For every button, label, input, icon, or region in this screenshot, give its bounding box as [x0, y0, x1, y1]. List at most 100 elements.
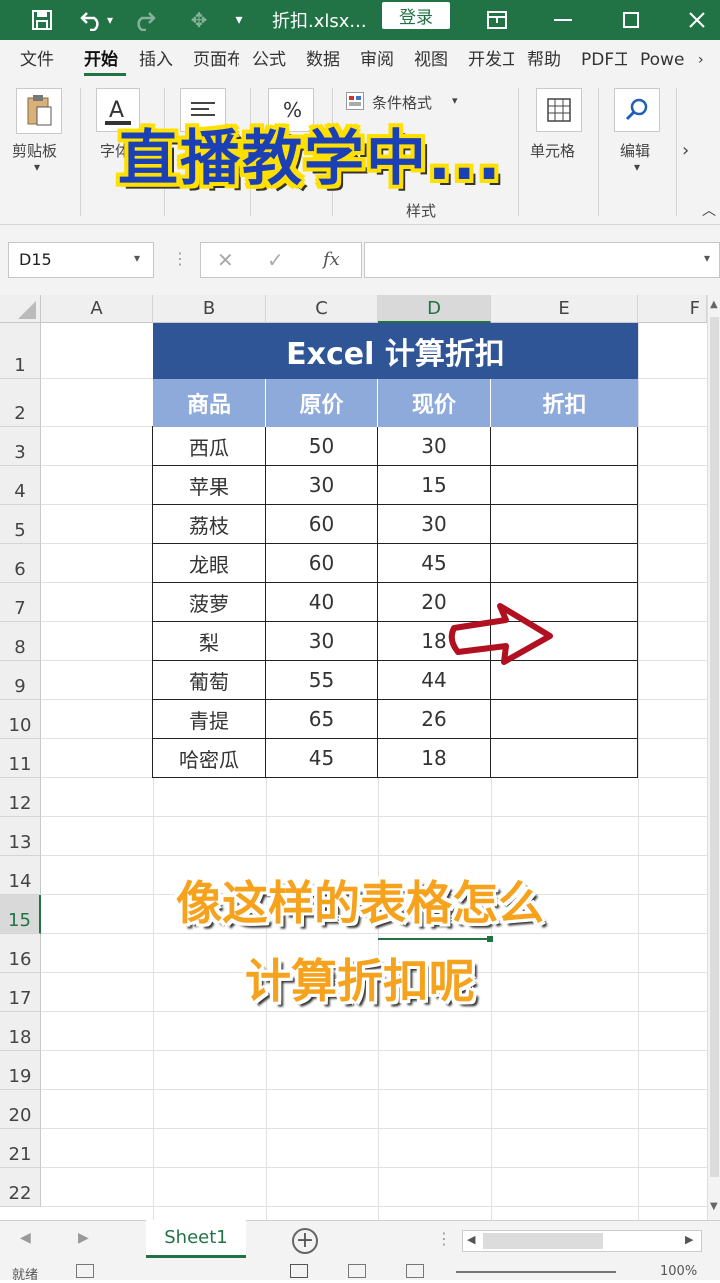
discount-cell[interactable] — [491, 505, 638, 544]
product-cell[interactable]: 青提 — [153, 700, 266, 739]
vertical-scroll-thumb[interactable] — [710, 317, 719, 1177]
enter-icon[interactable]: ✓ — [267, 248, 284, 272]
fill-handle[interactable] — [487, 936, 493, 942]
discount-cell[interactable] — [491, 739, 638, 778]
original-price-cell[interactable]: 40 — [266, 583, 378, 622]
scroll-right-icon[interactable]: ▶ — [685, 1233, 693, 1246]
row-header[interactable]: 2 — [0, 379, 41, 427]
original-price-cell[interactable]: 65 — [266, 700, 378, 739]
original-price-cell[interactable]: 45 — [266, 739, 378, 778]
tab-view[interactable]: 视图 — [414, 40, 456, 80]
plus-icon[interactable]: + — [292, 1228, 318, 1254]
page-break-view-icon[interactable] — [406, 1264, 424, 1278]
scroll-down-icon[interactable]: ▼ — [710, 1201, 718, 1212]
conditional-format-icon[interactable] — [346, 92, 364, 110]
close-icon[interactable] — [680, 0, 714, 40]
row-header[interactable]: 1 — [0, 323, 41, 379]
horizontal-scrollbar[interactable]: ◀ ▶ — [462, 1230, 702, 1252]
normal-view-icon[interactable] — [290, 1264, 308, 1278]
maximize-icon[interactable] — [616, 0, 646, 40]
tab-page-layout[interactable]: 页面布 — [193, 40, 239, 80]
row-header[interactable]: 20 — [0, 1090, 41, 1129]
discount-cell[interactable] — [491, 700, 638, 739]
redo-icon[interactable] — [126, 0, 162, 40]
insert-function-icon[interactable]: fx — [323, 249, 340, 270]
search-icon[interactable] — [614, 88, 660, 132]
row-header[interactable]: 21 — [0, 1129, 41, 1168]
row-header[interactable]: 11 — [0, 739, 41, 778]
zoom-slider[interactable] — [456, 1271, 616, 1273]
row-header[interactable]: 22 — [0, 1168, 41, 1207]
cells-icon[interactable] — [536, 88, 582, 132]
tab-power[interactable]: Powe — [640, 40, 688, 80]
row-header[interactable]: 8 — [0, 622, 41, 661]
current-price-cell[interactable]: 30 — [378, 505, 491, 544]
cells-label[interactable]: 单元格 — [530, 140, 575, 161]
worksheet-grid[interactable]: A B C D E F 1 2 3 4 5 6 7 8 9 10 11 12 13 14 15 16 17 18 1… — [0, 295, 720, 1220]
formula-input[interactable] — [364, 242, 720, 278]
sheet-tab-sheet1[interactable]: Sheet1 — [146, 1220, 246, 1258]
save-icon[interactable] — [26, 0, 58, 40]
column-header-f[interactable]: F — [638, 295, 707, 323]
editing-dropdown-icon[interactable]: ▾ — [634, 160, 640, 174]
column-header-d[interactable]: D — [378, 295, 491, 323]
discount-cell[interactable] — [491, 544, 638, 583]
product-cell[interactable]: 西瓜 — [153, 427, 266, 466]
clipboard-label[interactable]: 剪贴板 — [12, 140, 57, 161]
header-discount[interactable]: 折扣 — [491, 379, 638, 427]
header-original-price[interactable]: 原价 — [266, 379, 378, 427]
product-cell[interactable]: 荔枝 — [153, 505, 266, 544]
row-header[interactable]: 4 — [0, 466, 41, 505]
product-cell[interactable]: 葡萄 — [153, 661, 266, 700]
row-header[interactable]: 18 — [0, 1012, 41, 1051]
current-price-cell[interactable]: 15 — [378, 466, 491, 505]
header-product[interactable]: 商品 — [153, 379, 266, 427]
row-header[interactable]: 6 — [0, 544, 41, 583]
tab-help[interactable]: 帮助 — [527, 40, 569, 80]
editing-label[interactable]: 编辑 — [620, 140, 650, 161]
header-current-price[interactable]: 现价 — [378, 379, 491, 427]
tab-insert[interactable]: 插入 — [139, 40, 181, 80]
original-price-cell[interactable]: 55 — [266, 661, 378, 700]
touch-mode-icon[interactable]: ✥ — [186, 0, 212, 40]
column-header-e[interactable]: E — [491, 295, 638, 323]
name-box[interactable]: D15 — [8, 242, 154, 278]
current-price-cell[interactable]: 45 — [378, 544, 491, 583]
current-price-cell[interactable]: 18 — [378, 739, 491, 778]
cancel-icon[interactable]: ✕ — [217, 248, 234, 272]
active-cell-d15[interactable] — [378, 934, 491, 940]
tab-split-grip-icon[interactable]: ⋮ — [436, 1229, 452, 1248]
row-header[interactable]: 13 — [0, 817, 41, 856]
accessibility-icon[interactable] — [76, 1264, 94, 1278]
product-cell[interactable]: 哈密瓜 — [153, 739, 266, 778]
horizontal-scroll-thumb[interactable] — [483, 1233, 603, 1249]
zoom-level[interactable]: 100% — [660, 1264, 697, 1279]
product-cell[interactable]: 菠萝 — [153, 583, 266, 622]
sheet-next-icon[interactable]: ▶ — [78, 1230, 89, 1246]
sheet-prev-icon[interactable]: ◀ — [20, 1230, 31, 1246]
ribbon-scroll-right-icon[interactable]: › — [682, 140, 689, 161]
original-price-cell[interactable]: 60 — [266, 505, 378, 544]
row-header[interactable]: 19 — [0, 1051, 41, 1090]
tab-review[interactable]: 审阅 — [360, 40, 402, 80]
table-title[interactable]: Excel 计算折扣 — [153, 323, 638, 379]
product-cell[interactable]: 梨 — [153, 622, 266, 661]
scroll-up-icon[interactable]: ▲ — [710, 299, 718, 310]
original-price-cell[interactable]: 50 — [266, 427, 378, 466]
column-header-c[interactable]: C — [266, 295, 378, 323]
column-header-b[interactable]: B — [153, 295, 266, 323]
undo-dropdown-icon[interactable]: ▾ — [104, 0, 116, 40]
ribbon-display-icon[interactable] — [480, 0, 514, 40]
tab-formulas[interactable]: 公式 — [252, 40, 294, 80]
customize-toolbar-icon[interactable]: ▾ — [228, 0, 250, 40]
select-all-button[interactable] — [0, 295, 41, 323]
discount-cell[interactable] — [491, 466, 638, 505]
clipboard-dropdown-icon[interactable]: ▾ — [34, 160, 40, 174]
discount-cell[interactable] — [491, 427, 638, 466]
row-header[interactable]: 7 — [0, 583, 41, 622]
original-price-cell[interactable]: 30 — [266, 466, 378, 505]
column-header-a[interactable]: A — [41, 295, 153, 323]
scroll-left-icon[interactable]: ◀ — [467, 1233, 475, 1246]
row-header[interactable]: 9 — [0, 661, 41, 700]
conditional-format-dropdown-icon[interactable]: ▾ — [452, 94, 458, 107]
